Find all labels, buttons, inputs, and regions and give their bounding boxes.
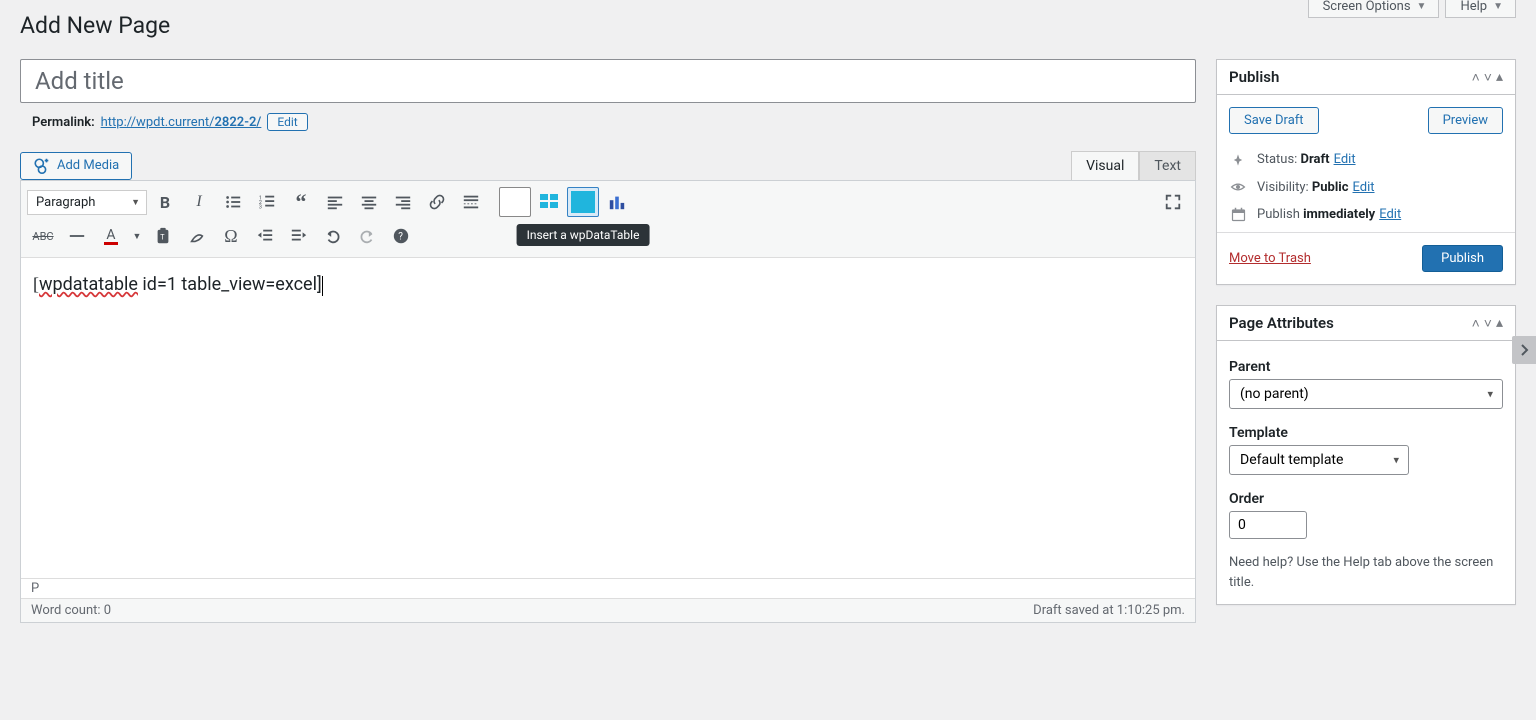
undo-button[interactable] xyxy=(317,221,349,251)
status-edit-link[interactable]: Edit xyxy=(1334,152,1356,167)
attributes-help-text: Need help? Use the Help tab above the sc… xyxy=(1229,539,1503,592)
special-char-button[interactable]: Ω xyxy=(215,221,247,251)
readmore-button[interactable] xyxy=(455,187,487,217)
toggle-icon[interactable]: ▴ xyxy=(1496,69,1503,86)
toggle-icon[interactable]: ▴ xyxy=(1496,315,1503,332)
move-up-icon[interactable]: ˄ xyxy=(1472,315,1480,332)
publish-box-title: Publish xyxy=(1229,68,1279,86)
move-down-icon[interactable]: ˅ xyxy=(1484,315,1492,332)
tab-visual[interactable]: Visual xyxy=(1071,151,1139,180)
template-select[interactable]: Default template xyxy=(1229,445,1409,475)
link-button[interactable] xyxy=(421,187,453,217)
svg-text:?: ? xyxy=(398,232,403,243)
save-draft-button[interactable]: Save Draft xyxy=(1229,107,1319,134)
page-attributes-title: Page Attributes xyxy=(1229,314,1334,332)
word-count: Word count: 0 xyxy=(31,603,111,618)
insert-wpdatatable-button[interactable]: Insert a wpDataTable xyxy=(567,187,599,217)
order-input[interactable] xyxy=(1229,511,1307,539)
insert-chart-button[interactable] xyxy=(601,187,633,217)
bold-button[interactable]: B xyxy=(149,187,181,217)
outdent-button[interactable] xyxy=(249,221,281,251)
numbered-list-button[interactable]: 123 xyxy=(251,187,283,217)
add-media-button[interactable]: Add Media xyxy=(20,152,132,180)
tooltip: Insert a wpDataTable xyxy=(517,224,650,246)
page-title: Add New Page xyxy=(20,0,1516,43)
wpdatatable-small-button[interactable] xyxy=(533,187,565,217)
preview-button[interactable]: Preview xyxy=(1428,107,1503,134)
page-attributes-box: Page Attributes ˄˅▴ Parent (no parent) ▾… xyxy=(1216,305,1516,605)
screen-options-button[interactable]: Screen Options▼ xyxy=(1308,0,1440,18)
visibility-edit-link[interactable]: Edit xyxy=(1353,180,1375,195)
help-button[interactable]: Help▼ xyxy=(1445,0,1516,18)
svg-text:3: 3 xyxy=(259,205,262,211)
permalink-link[interactable]: http://wpdt.current/2822-2/ xyxy=(101,115,262,130)
bullet-list-button[interactable] xyxy=(217,187,249,217)
template-label: Template xyxy=(1229,419,1503,445)
schedule-edit-link[interactable]: Edit xyxy=(1379,207,1401,222)
collapse-sidebar-handle[interactable] xyxy=(1512,336,1536,364)
redo-button[interactable] xyxy=(351,221,383,251)
align-left-button[interactable] xyxy=(319,187,351,217)
color-box-button[interactable] xyxy=(499,187,531,217)
calendar-icon xyxy=(1229,207,1247,222)
indent-button[interactable] xyxy=(283,221,315,251)
strikethrough-button[interactable]: ABC xyxy=(27,221,59,251)
tab-text[interactable]: Text xyxy=(1139,151,1196,180)
element-path: P xyxy=(21,578,1195,598)
align-center-button[interactable] xyxy=(353,187,385,217)
align-right-button[interactable] xyxy=(387,187,419,217)
eye-icon xyxy=(1229,179,1247,195)
paste-text-button[interactable]: T xyxy=(147,221,179,251)
order-label: Order xyxy=(1229,485,1503,511)
post-title-input[interactable] xyxy=(20,59,1196,103)
media-icon xyxy=(33,157,51,175)
caret-down-icon: ▼ xyxy=(1417,1,1427,12)
editor-content-area[interactable]: [wpdatatable id=1 table_view=excel] xyxy=(21,258,1195,578)
pin-icon xyxy=(1229,153,1247,167)
move-to-trash-link[interactable]: Move to Trash xyxy=(1229,251,1311,266)
svg-text:T: T xyxy=(160,233,165,242)
move-up-icon[interactable]: ˄ xyxy=(1472,69,1480,86)
format-select[interactable]: Paragraph▼ xyxy=(27,190,147,215)
italic-button[interactable]: I xyxy=(183,187,215,217)
parent-label: Parent xyxy=(1229,353,1503,379)
publish-box: Publish ˄˅▴ Save Draft Preview Status: D… xyxy=(1216,59,1516,285)
caret-down-icon: ▼ xyxy=(131,197,140,208)
text-color-dropdown[interactable]: ▼ xyxy=(129,221,145,251)
publish-button[interactable]: Publish xyxy=(1422,245,1503,272)
blockquote-button[interactable]: “ xyxy=(285,187,317,217)
permalink-edit-button[interactable]: Edit xyxy=(267,113,307,131)
autosave-status: Draft saved at 1:10:25 pm. xyxy=(1033,603,1185,618)
text-color-button[interactable]: A xyxy=(95,221,127,251)
caret-down-icon: ▼ xyxy=(1493,1,1503,12)
help-keyboard-button[interactable]: ? xyxy=(385,221,417,251)
fullscreen-button[interactable] xyxy=(1157,187,1189,217)
clear-format-button[interactable] xyxy=(181,221,213,251)
move-down-icon[interactable]: ˅ xyxy=(1484,69,1492,86)
hr-button[interactable] xyxy=(61,221,93,251)
chevron-right-icon xyxy=(1519,344,1529,356)
parent-select[interactable]: (no parent) xyxy=(1229,379,1503,409)
permalink-row: Permalink: http://wpdt.current/2822-2/ E… xyxy=(20,103,1196,137)
